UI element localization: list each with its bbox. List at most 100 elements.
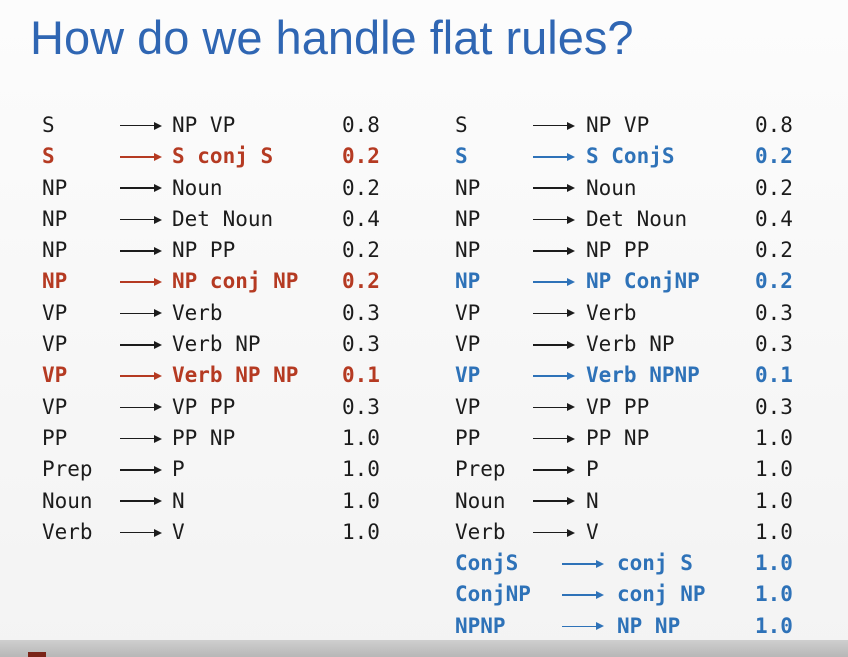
rule-lhs: NP [42, 206, 68, 231]
rule-probability: 0.3 [342, 332, 380, 357]
rule-rhs: PP NP [586, 425, 650, 450]
right-arrow-icon [120, 298, 162, 329]
rule-lhs: Prep [42, 457, 93, 482]
rule-rhs: Det Noun [586, 206, 688, 231]
rule-lhs: VP [42, 300, 68, 325]
rule-probability: 0.3 [755, 394, 793, 419]
right-arrow-icon [120, 235, 162, 266]
rule-probability: 0.2 [342, 238, 380, 263]
rule-probability: 1.0 [342, 488, 380, 513]
rule-probability: 0.8 [755, 113, 793, 137]
right-arrow-icon [120, 360, 162, 391]
rule-rhs: Det Noun [172, 206, 274, 231]
rule-probability: 0.2 [755, 238, 793, 263]
right-arrow-icon [120, 110, 162, 141]
rule-probability: 1.0 [755, 488, 793, 513]
rule-lhs: PP [455, 425, 481, 450]
rule-lhs: Verb [42, 519, 93, 544]
rule-rhs: PP NP [172, 425, 236, 450]
rule-probability: 1.0 [342, 519, 380, 544]
rule-rhs: NP PP [172, 238, 236, 263]
rule-lhs: NP [455, 206, 481, 231]
slide-title: How do we handle flat rules? [30, 11, 634, 64]
rule-rhs: V [586, 519, 599, 544]
rule-lhs: S [42, 113, 55, 137]
right-arrow-icon [120, 141, 162, 172]
rule-probability: 1.0 [755, 582, 793, 607]
rule-rhs: NP ConjNP [586, 269, 700, 294]
rule-lhs: Noun [42, 488, 93, 513]
right-arrow-icon [562, 548, 604, 579]
rule-rhs: NP VP [586, 113, 650, 137]
rule-rhs: Verb NP NP [172, 363, 299, 388]
right-arrow-icon [120, 173, 162, 204]
rule-lhs: NP [455, 238, 481, 263]
rule-probability: 0.3 [755, 332, 793, 357]
rule-lhs: NPNP [455, 613, 506, 638]
right-arrow-icon [533, 110, 575, 141]
right-arrow-icon [533, 454, 575, 485]
rule-probability: 0.2 [342, 144, 380, 169]
rule-lhs: S [42, 144, 55, 169]
right-arrow-icon [120, 486, 162, 517]
rule-rhs: VP PP [586, 394, 650, 419]
rule-lhs: VP [42, 394, 68, 419]
rule-rhs: conj NP [617, 582, 706, 607]
rule-lhs: VP [455, 394, 481, 419]
right-arrow-icon [533, 392, 575, 423]
rule-probability: 0.3 [342, 300, 380, 325]
right-arrow-icon [533, 204, 575, 235]
rule-lhs: VP [455, 363, 481, 388]
rule-probability: 0.8 [342, 113, 380, 137]
right-arrow-icon [533, 298, 575, 329]
rule-probability: 1.0 [755, 425, 793, 450]
rule-rhs: N [586, 488, 599, 513]
rule-rhs: P [586, 457, 599, 482]
right-arrow-icon [533, 486, 575, 517]
rule-lhs: NP [42, 238, 68, 263]
rule-lhs: S [455, 144, 468, 169]
rule-probability: 0.3 [755, 300, 793, 325]
right-arrow-icon [562, 579, 604, 610]
rule-probability: 0.2 [755, 175, 793, 200]
rule-lhs: VP [42, 332, 68, 357]
right-arrow-icon [562, 611, 604, 642]
video-player-bar[interactable] [0, 640, 848, 657]
right-arrow-icon [533, 329, 575, 360]
rule-probability: 1.0 [755, 457, 793, 482]
rule-rhs: V [172, 519, 185, 544]
right-arrow-icon [120, 392, 162, 423]
rule-rhs: NP conj NP [172, 269, 299, 294]
rule-probability: 1.0 [342, 425, 380, 450]
rule-rhs: conj S [617, 551, 693, 576]
right-arrow-icon [120, 329, 162, 360]
rule-rhs: Verb NPNP [586, 363, 700, 388]
right-arrow-icon [120, 517, 162, 548]
rule-rhs: N [172, 488, 185, 513]
rule-rhs: Noun [172, 175, 223, 200]
progress-indicator [28, 652, 46, 657]
rule-probability: 0.1 [342, 363, 380, 388]
rule-lhs: Prep [455, 457, 506, 482]
rule-rhs: NP VP [172, 113, 236, 137]
rule-probability: 1.0 [342, 457, 380, 482]
right-arrow-icon [533, 360, 575, 391]
rule-probability: 0.4 [342, 206, 380, 231]
rule-rhs: S conj S [172, 144, 274, 169]
rule-lhs: PP [42, 425, 68, 450]
rule-rhs: VP PP [172, 394, 236, 419]
rule-probability: 0.2 [755, 144, 793, 169]
rule-probability: 1.0 [755, 551, 793, 576]
rule-probability: 1.0 [755, 519, 793, 544]
rule-rhs: Verb NP [172, 332, 261, 357]
rule-lhs: ConjNP [455, 582, 531, 607]
rule-probability: 0.2 [755, 269, 793, 294]
right-arrow-icon [120, 204, 162, 235]
rule-probability: 0.1 [755, 363, 793, 388]
rule-lhs: VP [455, 332, 481, 357]
right-arrow-icon [120, 266, 162, 297]
rule-lhs: VP [455, 300, 481, 325]
rule-rhs: Verb [586, 300, 637, 325]
rule-rhs: Verb [172, 300, 223, 325]
right-arrow-icon [120, 423, 162, 454]
